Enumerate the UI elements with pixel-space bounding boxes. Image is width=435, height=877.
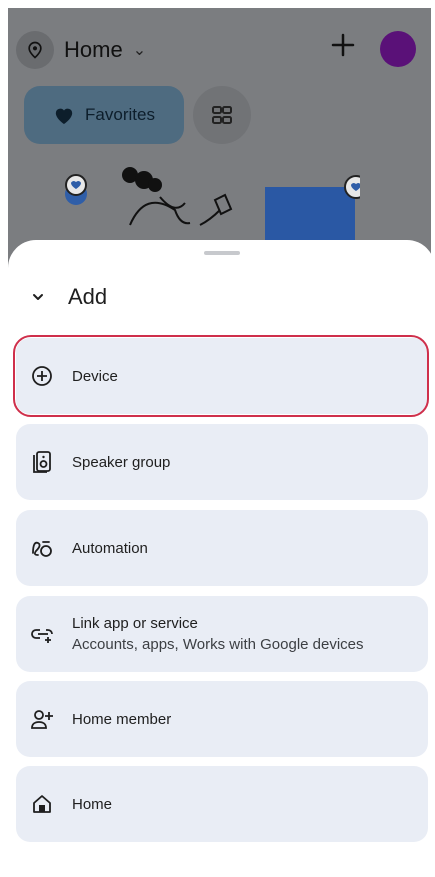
frame-border-top [0, 0, 435, 8]
option-speaker-group[interactable]: Speaker group [16, 424, 428, 500]
automation-icon [30, 536, 54, 560]
sheet-header[interactable]: Add [30, 284, 107, 310]
option-home[interactable]: Home [16, 766, 428, 842]
frame-border-left [0, 0, 8, 877]
link-icon [30, 622, 54, 646]
option-label: Speaker group [72, 453, 171, 471]
drag-handle[interactable] [204, 251, 240, 255]
home-header[interactable]: Home ⌄ [16, 22, 146, 78]
option-sublabel: Accounts, apps, Works with Google device… [72, 636, 364, 653]
sheet-title: Add [68, 284, 108, 309]
person-add-icon [30, 707, 54, 731]
favorites-chip[interactable]: Favorites [24, 86, 184, 144]
chevron-down-icon: ⌄ [132, 42, 147, 59]
option-link-app[interactable]: Link app or service Accounts, apps, Work… [16, 596, 428, 672]
option-label: Home [72, 795, 113, 813]
chevron-down-icon[interactable] [30, 289, 46, 305]
favorites-label: Favorites [85, 105, 155, 124]
option-label: Link app or service [72, 615, 198, 632]
plus-icon[interactable] [328, 30, 358, 60]
option-automation[interactable]: Automation [16, 510, 428, 586]
option-label: Home member [72, 710, 172, 728]
add-circle-icon [30, 364, 54, 388]
heart-icon [55, 108, 73, 125]
grid-icon [212, 106, 232, 124]
grid-chip[interactable] [193, 86, 251, 144]
home-icon [30, 792, 54, 816]
option-home-member[interactable]: Home member [16, 681, 428, 757]
home-title: Home [64, 37, 123, 62]
option-label: Automation [72, 539, 148, 557]
option-device[interactable]: Device [16, 338, 428, 414]
add-bottom-sheet: Add Device Speaker group Automation Link… [8, 240, 435, 877]
option-label: Device [72, 367, 118, 385]
favorites-illustration [65, 167, 360, 245]
option-text: Link app or service Accounts, apps, Work… [72, 615, 364, 653]
avatar[interactable] [380, 31, 416, 67]
speaker-icon [30, 450, 54, 474]
screen: Home ⌄ Favorites Add Device Speaker grou… [0, 0, 435, 877]
home-logo-icon [16, 31, 54, 69]
